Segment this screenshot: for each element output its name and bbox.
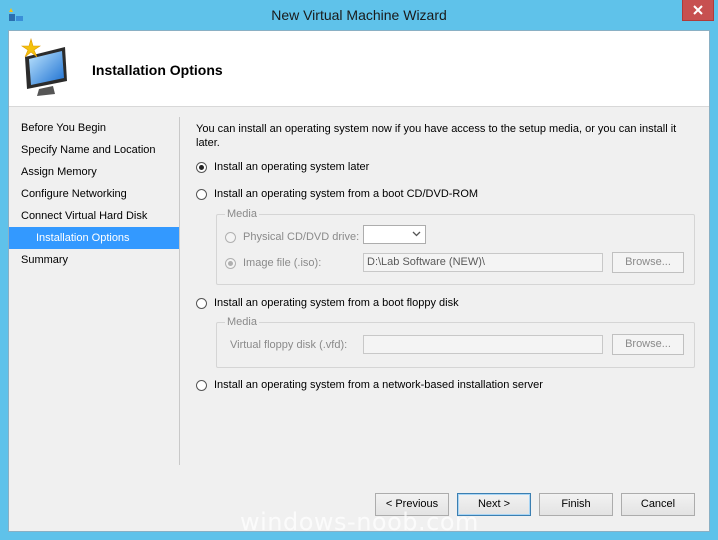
intro-line-2: later.	[196, 137, 220, 149]
title-bar[interactable]: New Virtual Machine Wizard	[0, 0, 718, 30]
physical-drive-label: Physical CD/DVD drive:	[243, 231, 360, 243]
option-install-cd-label: Install an operating system from a boot …	[214, 188, 479, 200]
intro-line-1: You can install an operating system now …	[196, 123, 677, 135]
window-title: New Virtual Machine Wizard	[271, 7, 447, 23]
nav-item-configure-networking[interactable]: Configure Networking	[9, 183, 179, 205]
option-install-cd[interactable]: Install an operating system from a boot …	[196, 188, 478, 200]
nav-item-summary[interactable]: Summary	[9, 249, 179, 271]
monitor-star-icon	[21, 37, 67, 96]
nav-item-before-you-begin[interactable]: Before You Begin	[9, 117, 179, 139]
image-file-input[interactable]: D:\Lab Software (NEW)\	[363, 253, 603, 272]
physical-drive-select[interactable]	[363, 225, 426, 244]
option-install-later-label: Install an operating system later	[214, 161, 370, 173]
cancel-button[interactable]: Cancel	[621, 493, 695, 516]
nav-item-specify-name[interactable]: Specify Name and Location	[9, 139, 179, 161]
finish-button[interactable]: Finish	[539, 493, 613, 516]
close-button[interactable]	[682, 0, 714, 21]
cd-media-label: Media	[225, 208, 259, 220]
option-install-network[interactable]: Install an operating system from a netwo…	[196, 379, 543, 391]
floppy-media-group: Media Virtual floppy disk (.vfd): Browse…	[216, 316, 695, 368]
floppy-disk-label: Virtual floppy disk (.vfd):	[230, 339, 348, 351]
radio-image-file[interactable]	[225, 257, 236, 269]
watermark: windows-noob.com	[240, 508, 479, 536]
option-image-file[interactable]: Image file (.iso):	[225, 257, 321, 269]
nav-item-assign-memory[interactable]: Assign Memory	[9, 161, 179, 183]
wizard-header: Installation Options	[9, 31, 709, 107]
radio-install-later[interactable]	[196, 161, 207, 173]
nav-divider	[179, 117, 180, 465]
floppy-media-label: Media	[225, 316, 259, 328]
browse-image-button[interactable]: Browse...	[612, 252, 684, 273]
intro-text: You can install an operating system now …	[196, 122, 696, 150]
step-navigation: Before You Begin Specify Name and Locati…	[9, 117, 179, 271]
page-title: Installation Options	[92, 62, 223, 78]
cd-media-group: Media Physical CD/DVD drive: Image file …	[216, 208, 695, 285]
radio-install-floppy[interactable]	[196, 297, 207, 309]
browse-floppy-button[interactable]: Browse...	[612, 334, 684, 355]
options-panel: You can install an operating system now …	[196, 122, 696, 391]
option-install-floppy-label: Install an operating system from a boot …	[214, 297, 459, 309]
image-file-label: Image file (.iso):	[243, 257, 322, 269]
option-install-later[interactable]: Install an operating system later	[196, 161, 369, 173]
radio-physical-drive[interactable]	[225, 231, 236, 243]
nav-item-installation-options[interactable]: Installation Options	[9, 227, 179, 249]
radio-install-network[interactable]	[196, 379, 207, 391]
wizard-client: Installation Options Before You Begin Sp…	[8, 30, 710, 532]
chevron-down-icon	[412, 231, 421, 237]
close-icon	[693, 5, 703, 15]
option-physical-drive[interactable]: Physical CD/DVD drive:	[225, 231, 359, 243]
wizard-window: New Virtual Machine Wizard Installation …	[0, 0, 718, 540]
option-install-floppy[interactable]: Install an operating system from a boot …	[196, 297, 459, 309]
nav-item-connect-vhd[interactable]: Connect Virtual Hard Disk	[9, 205, 179, 227]
radio-install-cd[interactable]	[196, 188, 207, 200]
floppy-disk-input[interactable]	[363, 335, 603, 354]
option-install-network-label: Install an operating system from a netwo…	[214, 379, 543, 391]
